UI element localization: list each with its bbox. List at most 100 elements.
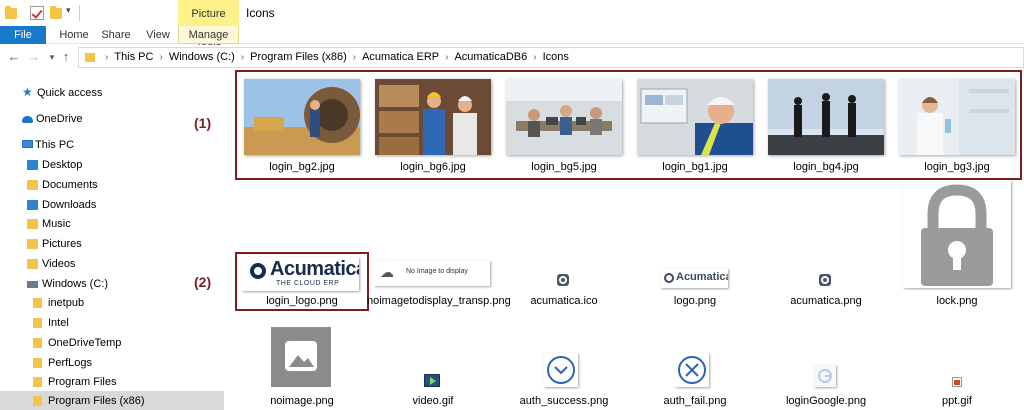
up-arrow-icon[interactable]: ↑	[58, 48, 74, 66]
file-name: login_bg2.jpg	[269, 161, 335, 173]
logo-tagline: THE CLOUD ERP	[276, 280, 340, 287]
thumbnail-lock[interactable]	[903, 180, 1011, 288]
folder-icon	[33, 358, 42, 368]
quick-access-dropdown-icon[interactable]: ▾	[66, 5, 71, 16]
breadcrumb-program-files-x86[interactable]: Program Files (x86)	[250, 48, 347, 67]
chevron-right-icon: ›	[240, 52, 245, 63]
toolbar-separator	[79, 5, 80, 21]
new-folder-icon[interactable]	[50, 6, 62, 19]
thumbnail-auth-success[interactable]	[544, 353, 578, 387]
file-name: noimage.png	[270, 395, 334, 407]
breadcrumb-windows-c[interactable]: Windows (C:)	[169, 48, 235, 67]
thumbnail-login-bg3[interactable]	[899, 79, 1015, 155]
file-name: loginGoogle.png	[785, 395, 867, 407]
file-name: login_bg6.jpg	[400, 161, 466, 173]
file-name: login_logo.png	[266, 295, 338, 307]
music-folder-icon	[27, 219, 38, 229]
chevron-right-icon: ›	[105, 52, 109, 63]
lock-icon	[921, 184, 993, 286]
drive-icon	[27, 281, 38, 288]
address-row: ← → ▾ ↑ › This PC › Windows (C:) › Program Fi…	[0, 45, 1024, 69]
video-gif-icon[interactable]	[424, 374, 440, 387]
folder-icon	[33, 377, 42, 387]
file-name: login_bg1.jpg	[662, 161, 728, 173]
annotation-marker-2: (2)	[194, 274, 212, 290]
computer-icon	[22, 140, 33, 148]
file-name: lock.png	[936, 295, 978, 307]
logo-text: Acumatica	[270, 258, 359, 280]
address-bar[interactable]: › This PC › Windows (C:) › Program Files (x86…	[78, 47, 1024, 68]
file-list: (1) (2) login_bg2.jpg login_bg6.jpg logi…	[194, 69, 1024, 410]
chevron-right-icon: ›	[533, 52, 537, 63]
tab-file[interactable]: File	[0, 26, 46, 44]
window-title: Icons	[246, 6, 275, 20]
image-placeholder-icon	[285, 341, 317, 371]
back-arrow-icon[interactable]: ←	[6, 48, 22, 66]
thumbnail-login-bg5[interactable]	[506, 79, 622, 155]
ribbon-tabs: File Home Share View Manage	[0, 26, 1024, 44]
tab-manage[interactable]: Manage	[178, 26, 239, 44]
annotation-marker-1: (1)	[194, 115, 212, 131]
folder-icon	[33, 338, 42, 348]
powerpoint-icon[interactable]	[952, 377, 962, 387]
chevron-right-icon: ›	[159, 52, 163, 63]
thumbnail-noimage[interactable]	[271, 327, 331, 387]
no-image-text: No Image to display	[406, 268, 468, 275]
chevron-right-icon: ›	[352, 52, 357, 63]
star-icon: ★	[22, 85, 33, 99]
videos-folder-icon	[27, 259, 38, 269]
thumbnail-login-logo[interactable]: Acumatica THE CLOUD ERP	[242, 257, 359, 291]
tab-home[interactable]: Home	[54, 26, 94, 44]
desktop-folder-icon	[27, 160, 38, 170]
file-name: auth_fail.png	[663, 395, 727, 407]
file-name: login_bg5.jpg	[531, 161, 597, 173]
folder-icon	[5, 6, 17, 19]
file-name: acumatica.ico	[530, 295, 598, 307]
acumatica-logo-icon	[664, 273, 674, 283]
thumbnail-login-bg4[interactable]	[768, 79, 884, 155]
file-name: ppt.gif	[942, 395, 972, 407]
folder-icon	[33, 298, 42, 308]
file-name: noimagetodisplay_transp.png	[367, 295, 511, 307]
cloud-icon	[22, 116, 33, 123]
folder-icon	[33, 318, 42, 328]
breadcrumb-acumaticadb6[interactable]: AcumaticaDB6	[454, 48, 527, 67]
folder-icon	[33, 396, 42, 406]
acumatica-png-icon[interactable]	[819, 274, 831, 286]
thumbnail-login-google[interactable]	[814, 365, 836, 387]
pictures-folder-icon	[27, 239, 38, 249]
file-name: video.gif	[412, 395, 454, 407]
logo-text: Acumatica	[676, 271, 728, 283]
file-name: login_bg3.jpg	[924, 161, 990, 173]
properties-icon[interactable]	[30, 6, 44, 20]
thumbnail-login-bg1[interactable]	[637, 79, 753, 155]
cloud-upload-icon: ☁	[380, 264, 394, 280]
tab-view[interactable]: View	[144, 26, 172, 44]
navigation-pane: ★ Quick access OneDrive This PC Desktop …	[0, 69, 224, 410]
file-name: acumatica.png	[790, 295, 862, 307]
file-name: logo.png	[673, 295, 717, 307]
documents-folder-icon	[27, 180, 38, 190]
breadcrumb: › This PC › Windows (C:) › Program Files (x86…	[99, 48, 569, 67]
thumbnail-noimagetodisplay[interactable]: ☁ No Image to display	[374, 260, 490, 286]
file-name: login_bg4.jpg	[793, 161, 859, 173]
breadcrumb-this-pc[interactable]: This PC	[114, 48, 153, 67]
forward-arrow-icon[interactable]: →	[26, 48, 42, 66]
folder-icon	[85, 53, 95, 62]
title-bar: ▾ Picture Tools Icons	[0, 0, 1024, 48]
thumbnail-logo[interactable]: Acumatica	[660, 268, 728, 288]
thumbnail-auth-fail[interactable]	[675, 353, 709, 387]
chevron-down-circle-icon	[547, 356, 575, 384]
breadcrumb-icons[interactable]: Icons	[543, 48, 569, 67]
file-name: auth_success.png	[519, 395, 609, 407]
google-logo-icon	[818, 369, 832, 383]
thumbnail-login-bg6[interactable]	[375, 79, 491, 155]
picture-tools-context-tab: Picture Tools	[178, 0, 239, 48]
thumbnail-login-bg2[interactable]	[244, 79, 360, 155]
close-circle-icon	[678, 356, 706, 384]
breadcrumb-acumatica-erp[interactable]: Acumatica ERP	[362, 48, 439, 67]
acumatica-ico-icon[interactable]	[557, 274, 569, 286]
downloads-folder-icon	[27, 200, 38, 210]
tab-share[interactable]: Share	[98, 26, 134, 44]
chevron-right-icon: ›	[445, 52, 449, 63]
